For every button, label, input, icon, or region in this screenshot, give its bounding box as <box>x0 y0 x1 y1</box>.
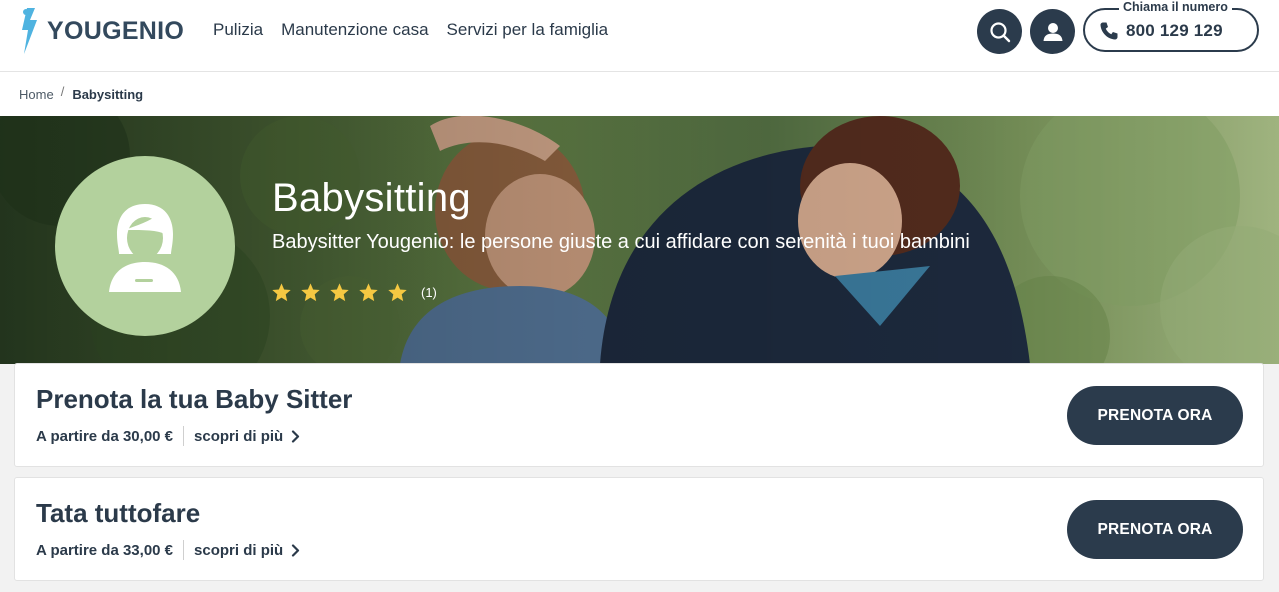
site-header: YOUGENIO Pulizia Manutenzione casa Servi… <box>0 0 1279 72</box>
star-icon <box>388 283 407 302</box>
meta-divider <box>183 540 185 560</box>
hero-title: Babysitting <box>272 176 471 220</box>
discover-more-link[interactable]: scopri di più <box>194 428 300 445</box>
meta-divider <box>183 426 185 446</box>
page-background-strip <box>0 586 1279 592</box>
book-now-button[interactable]: PRENOTA ORA <box>1067 500 1243 559</box>
service-meta: A partire da 33,00 € scopri di più <box>36 540 300 560</box>
search-button[interactable] <box>977 9 1022 54</box>
phone-number: 800 129 129 <box>1126 21 1223 40</box>
service-avatar <box>55 156 235 336</box>
account-button[interactable] <box>1030 9 1075 54</box>
star-icon <box>301 283 320 302</box>
star-icon <box>359 283 378 302</box>
logo-text: YOUGENIO <box>47 16 185 45</box>
nanny-avatar-icon <box>109 204 181 292</box>
phone-contact[interactable]: Chiama il numero 800 129 129 <box>1083 0 1259 52</box>
nav-item-servizi-famiglia[interactable]: Servizi per la famiglia <box>447 20 609 40</box>
star-icon <box>330 283 349 302</box>
service-card: Prenota la tua Baby Sitter A partire da … <box>14 363 1264 467</box>
service-price: A partire da 30,00 € <box>36 427 174 445</box>
discover-more-label: scopri di più <box>194 541 284 559</box>
service-card: Tata tuttofare A partire da 33,00 € scop… <box>14 477 1264 581</box>
nav-item-pulizia[interactable]: Pulizia <box>213 20 263 40</box>
discover-more-label: scopri di più <box>194 427 284 445</box>
book-now-button[interactable]: PRENOTA ORA <box>1067 386 1243 445</box>
service-price: A partire da 33,00 € <box>36 541 174 559</box>
phone-icon <box>1100 22 1118 40</box>
star-icon <box>272 283 291 302</box>
service-title: Prenota la tua Baby Sitter <box>36 384 353 414</box>
logo-bolt-icon <box>22 8 37 54</box>
search-icon <box>989 21 1010 42</box>
main-nav: Pulizia Manutenzione casa Servizi per la… <box>213 20 608 40</box>
breadcrumb-current: Babysitting <box>72 86 144 102</box>
chevron-right-icon <box>292 429 300 443</box>
user-icon <box>1043 22 1062 41</box>
rating-count: (1) <box>421 285 437 300</box>
nav-item-manutenzione-casa[interactable]: Manutenzione casa <box>281 20 428 40</box>
service-title: Tata tuttofare <box>36 498 201 528</box>
logo[interactable]: YOUGENIO <box>18 6 184 56</box>
discover-more-link[interactable]: scopri di più <box>194 542 300 559</box>
rating[interactable]: (1) <box>271 282 437 303</box>
phone-caption: Chiama il numero <box>1119 0 1232 14</box>
breadcrumb: Home / Babysitting <box>0 72 1279 116</box>
breadcrumb-separator: / <box>60 83 65 99</box>
service-meta: A partire da 30,00 € scopri di più <box>36 426 300 446</box>
breadcrumb-home[interactable]: Home <box>19 87 54 102</box>
hero-banner: Babysitting Babysitter Yougenio: le pers… <box>0 116 1279 364</box>
hero-subtitle: Babysitter Yougenio: le persone giuste a… <box>272 231 970 253</box>
chevron-right-icon <box>292 543 300 557</box>
